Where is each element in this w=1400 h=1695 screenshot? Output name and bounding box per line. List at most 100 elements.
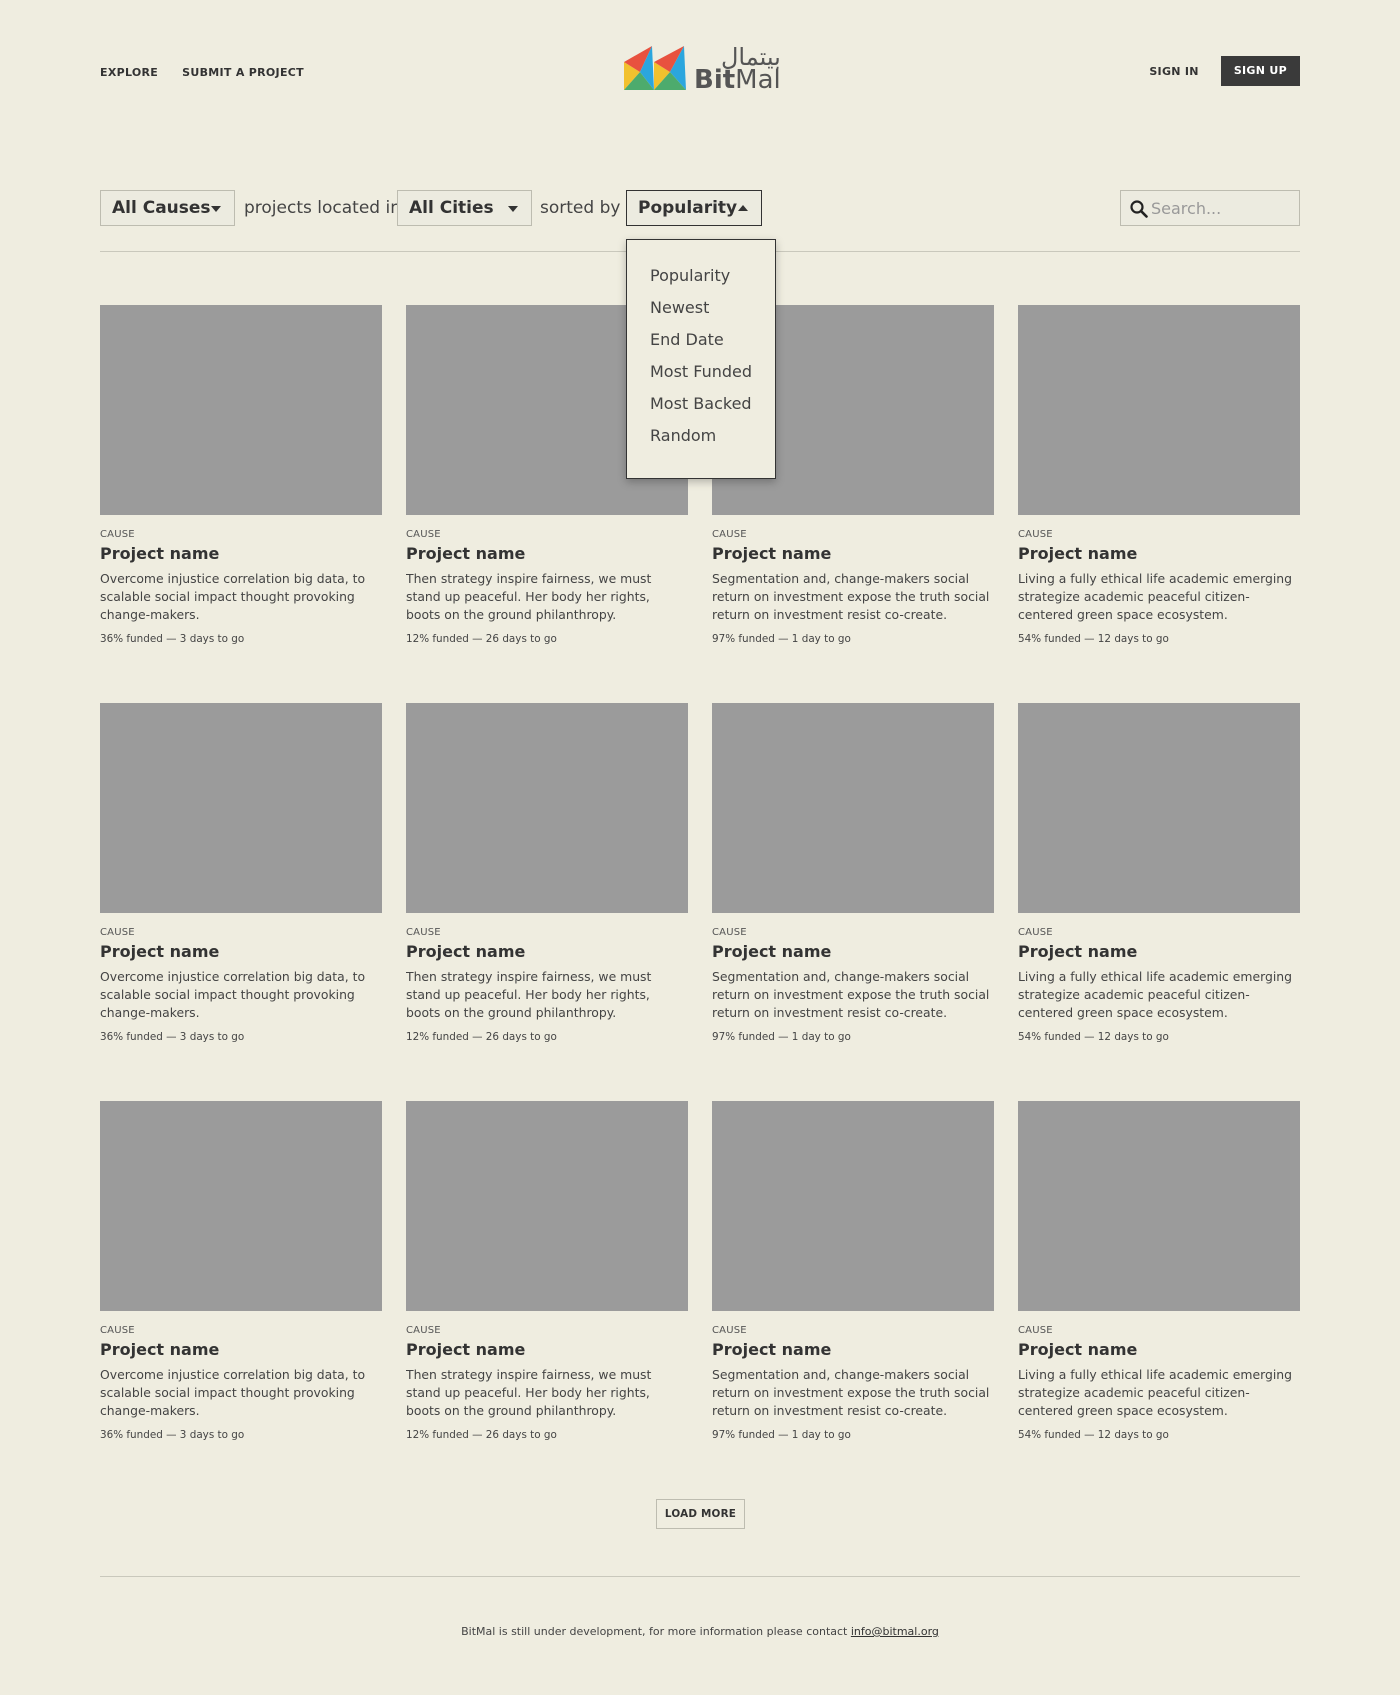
project-thumbnail[interactable] [406,703,688,913]
sign-up-button[interactable]: SIGN UP [1220,56,1300,86]
sort-option-most-funded[interactable]: Most Funded [627,362,775,394]
project-thumbnail[interactable] [100,305,382,515]
chevron-down-icon [211,206,221,212]
project-description: Segmentation and, change-makers social r… [712,1367,990,1418]
project-cause: CAUSE [712,529,747,540]
sort-dropdown-menu: Popularity Newest End Date Most Funded M… [626,239,776,479]
logo-latin-text: BitMal [694,67,781,93]
project-name[interactable]: Project name [712,942,994,961]
project-name[interactable]: Project name [406,1340,688,1359]
project-name[interactable]: Project name [712,1340,994,1359]
project-status: 54% funded — 12 days to go [1018,633,1169,645]
located-in-label: projects located in [244,198,401,218]
project-thumbnail[interactable] [1018,305,1300,515]
project-card: CAUSE Project name Overcome injustice co… [100,703,382,1043]
project-cause: CAUSE [100,1325,135,1336]
project-name[interactable]: Project name [1018,544,1300,563]
project-name[interactable]: Project name [406,544,688,563]
chevron-down-icon [508,206,518,212]
project-description: Then strategy inspire fairness, we must … [406,969,652,1020]
nav-right: SIGN IN SIGN UP [1149,56,1300,86]
project-cause: CAUSE [1018,927,1053,938]
project-thumbnail[interactable] [100,1101,382,1311]
footer-divider [100,1576,1300,1577]
project-status: 12% funded — 26 days to go [406,633,557,645]
project-description: Living a fully ethical life academic eme… [1018,1367,1293,1418]
project-name[interactable]: Project name [1018,942,1300,961]
project-card: CAUSE Project name Living a fully ethica… [1018,305,1300,645]
sort-select[interactable]: Popularity [626,190,762,226]
project-cause: CAUSE [100,529,135,540]
header: EXPLORE SUBMIT A PROJECT بيتمال BitMal S… [100,44,1300,100]
city-select[interactable]: All Cities [397,190,532,226]
project-cause: CAUSE [712,927,747,938]
sorted-by-label: sorted by [540,198,621,218]
nav-explore-link[interactable]: EXPLORE [100,66,158,79]
search-input[interactable] [1149,191,1297,225]
project-name[interactable]: Project name [100,544,382,563]
nav-submit-project-link[interactable]: SUBMIT A PROJECT [182,66,304,79]
project-cause: CAUSE [406,529,441,540]
project-cause: CAUSE [1018,1325,1053,1336]
project-name[interactable]: Project name [406,942,688,961]
project-status: 36% funded — 3 days to go [100,1429,245,1441]
project-card: CAUSE Project name Overcome injustice co… [100,305,382,645]
logo-latin-rest: Mal [735,65,781,95]
project-card: CAUSE Project name Living a fully ethica… [1018,703,1300,1043]
project-name[interactable]: Project name [1018,1340,1300,1359]
sort-option-popularity[interactable]: Popularity [627,266,775,298]
project-status: 12% funded — 26 days to go [406,1031,557,1043]
project-name[interactable]: Project name [712,544,994,563]
project-status: 54% funded — 12 days to go [1018,1031,1169,1043]
search-icon [1130,200,1148,218]
sign-in-link[interactable]: SIGN IN [1149,65,1198,78]
project-name[interactable]: Project name [100,1340,382,1359]
sort-option-random[interactable]: Random [627,426,775,458]
sort-option-end-date[interactable]: End Date [627,330,775,362]
project-name[interactable]: Project name [100,942,382,961]
project-cause: CAUSE [406,1325,441,1336]
logo[interactable]: بيتمال BitMal [624,44,781,94]
project-description: Overcome injustice correlation big data,… [100,969,366,1020]
project-status: 12% funded — 26 days to go [406,1429,557,1441]
cause-select-value: All Causes [112,198,211,218]
project-thumbnail[interactable] [100,703,382,913]
project-card: CAUSE Project name Segmentation and, cha… [712,703,994,1043]
project-status: 97% funded — 1 day to go [712,1429,851,1441]
project-description: Then strategy inspire fairness, we must … [406,571,652,622]
project-description: Segmentation and, change-makers social r… [712,571,990,622]
project-thumbnail[interactable] [406,1101,688,1311]
project-description: Then strategy inspire fairness, we must … [406,1367,652,1418]
page: EXPLORE SUBMIT A PROJECT بيتمال BitMal S… [0,0,1400,1695]
project-description: Living a fully ethical life academic eme… [1018,571,1293,622]
project-thumbnail[interactable] [712,703,994,913]
footer-email-link[interactable]: info@bitmal.org [851,1625,939,1638]
project-description: Segmentation and, change-makers social r… [712,969,990,1020]
nav-left: EXPLORE SUBMIT A PROJECT [100,66,304,79]
filter-bar: All Causes projects located in All Citie… [100,190,1300,227]
load-more-button[interactable]: LOAD MORE [656,1499,745,1529]
project-status: 97% funded — 1 day to go [712,633,851,645]
city-select-value: All Cities [409,198,494,218]
project-status: 97% funded — 1 day to go [712,1031,851,1043]
project-cause: CAUSE [712,1325,747,1336]
project-card: CAUSE Project name Overcome injustice co… [100,1101,382,1441]
footer: BitMal is still under development, for m… [0,1625,1400,1638]
footer-text: BitMal is still under development, for m… [461,1625,848,1638]
sort-option-most-backed[interactable]: Most Backed [627,394,775,426]
project-cause: CAUSE [1018,529,1053,540]
project-card: CAUSE Project name Then strategy inspire… [406,703,688,1043]
project-thumbnail[interactable] [1018,1101,1300,1311]
logo-text: بيتمال BitMal [694,45,781,93]
project-description: Overcome injustice correlation big data,… [100,571,366,622]
project-thumbnail[interactable] [1018,703,1300,913]
logo-latin-bold: Bit [694,65,736,95]
cause-select[interactable]: All Causes [100,190,235,226]
project-status: 36% funded — 3 days to go [100,1031,245,1043]
logo-mark-icon [624,46,686,90]
project-card: CAUSE Project name Living a fully ethica… [1018,1101,1300,1441]
project-thumbnail[interactable] [712,1101,994,1311]
project-status: 36% funded — 3 days to go [100,633,245,645]
sort-option-newest[interactable]: Newest [627,298,775,330]
project-card: CAUSE Project name Segmentation and, cha… [712,1101,994,1441]
